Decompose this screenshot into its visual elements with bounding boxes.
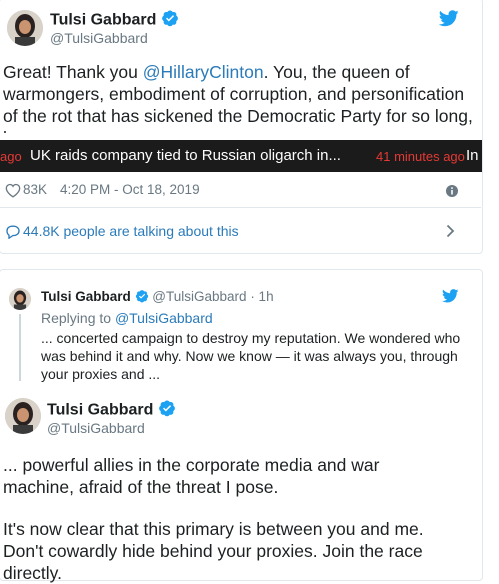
avatar-image [9, 288, 31, 310]
verified-badge-icon [158, 399, 176, 422]
author-handle[interactable]: @TulsiGabbard [50, 30, 148, 46]
comment-icon[interactable] [5, 224, 21, 244]
divider [0, 207, 481, 208]
verified-badge-icon [135, 289, 149, 306]
ticker-next-headline[interactable]: In [466, 147, 479, 164]
reply-author-handle[interactable]: @TulsiGabbard [152, 289, 246, 304]
thread-connector [19, 314, 21, 381]
info-icon[interactable] [446, 184, 458, 202]
author-block: Tulsi Gabbard [50, 9, 179, 32]
ticker-next-time: 41 minutes ago [376, 149, 465, 164]
reply-text: ... concerted campaign to destroy my rep… [41, 330, 461, 382]
replying-to-link[interactable]: @TulsiGabbard [115, 310, 213, 326]
chevron-right-icon[interactable] [446, 224, 455, 243]
thread-author-name[interactable]: Tulsi Gabbard [47, 402, 153, 419]
author-name[interactable]: Tulsi Gabbard [50, 12, 156, 29]
twitter-bird-icon[interactable] [438, 10, 459, 32]
replying-to: Replying to @TulsiGabbard [41, 309, 213, 327]
avatar[interactable] [7, 10, 43, 46]
verified-badge-icon [161, 9, 179, 32]
tweet-text-part: Great! Thank you [3, 62, 143, 82]
avatar[interactable] [9, 288, 31, 310]
reply-author-name[interactable]: Tulsi Gabbard [41, 289, 131, 304]
avatar-image [5, 398, 41, 434]
people-talking-link[interactable]: 44.8K people are talking about this [23, 223, 239, 239]
thread-paragraph-2: It's now clear that this primary is betw… [3, 519, 424, 583]
tweet-timestamp[interactable]: 4:20 PM - Oct 18, 2019 [60, 182, 200, 197]
heart-icon[interactable] [5, 183, 21, 203]
ticker-prev-time: ago [0, 149, 22, 164]
thread-author-handle[interactable]: @TulsiGabbard [47, 420, 145, 436]
ticker-headline[interactable]: UK raids company tied to Russian oligarc… [30, 147, 341, 164]
reply-age[interactable]: · 1h [250, 289, 273, 304]
thread-author-block: Tulsi Gabbard [47, 399, 176, 422]
twitter-bird-icon[interactable] [441, 289, 459, 308]
like-count[interactable]: 83K [23, 182, 47, 197]
mention-link[interactable]: @HillaryClinton [143, 62, 264, 82]
tweet-text: Great! Thank you @HillaryClinton. You, t… [3, 61, 475, 133]
avatar-image [7, 10, 43, 46]
thread-paragraph-1: ... powerful allies in the corporate med… [3, 455, 380, 497]
reply-header: Tulsi Gabbard @TulsiGabbard · 1h [41, 289, 274, 306]
avatar[interactable] [5, 398, 41, 434]
replying-to-label: Replying to [41, 310, 115, 326]
news-ticker[interactable]: ago UK raids company tied to Russian oli… [0, 140, 482, 172]
